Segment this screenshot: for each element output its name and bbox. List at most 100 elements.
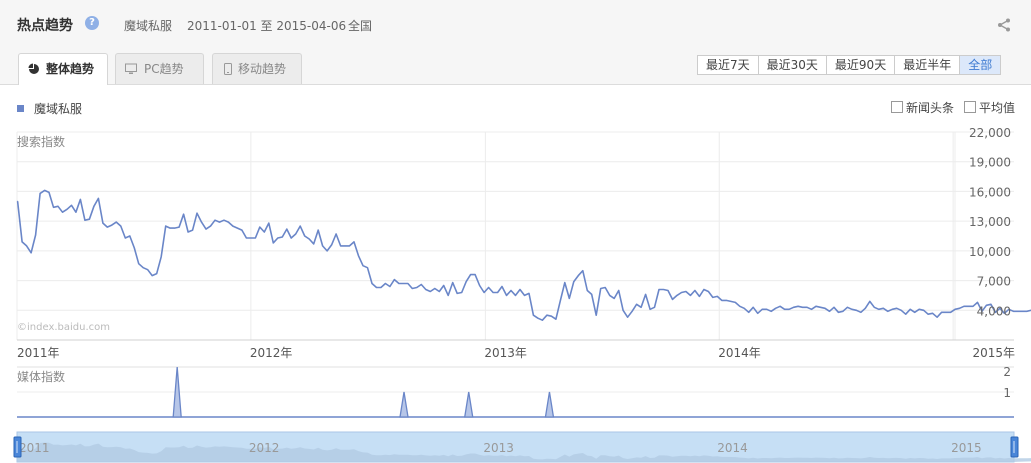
search-data-point [757,312,759,314]
search-data-point [353,241,355,243]
search-data-point [232,225,234,227]
search-data-point [429,291,431,292]
search-data-point [842,310,844,312]
search-data-point [317,229,319,231]
search-data-point [308,238,310,240]
search-data-point [438,291,440,292]
search-data-point [681,292,682,293]
search-data-point [21,241,23,243]
search-data-point [627,316,629,318]
search-data-point [793,306,795,308]
search-data-point [371,283,373,284]
search-data-point [165,225,167,227]
search-data-point [506,294,507,296]
search-data-point [761,308,763,310]
search-data-point [420,284,422,285]
search-data-point [241,229,243,231]
search-data-point [425,289,427,290]
search-data-point [245,237,247,239]
search-data-point [483,292,485,293]
search-data-point [555,318,557,320]
media-spike [399,391,409,418]
search-data-point [129,235,131,237]
search-data-point [604,287,606,288]
search-data-point [622,309,624,311]
search-data-point [712,296,714,298]
search-data-point [183,213,185,215]
search-data-point [393,279,395,281]
media-index-title: 媒体指数 [17,369,65,384]
search-data-point [488,287,490,288]
search-data-point [936,316,938,318]
y-tick-label: 16,000 [969,185,1011,199]
search-data-point [272,242,274,244]
search-data-point [528,292,530,294]
search-data-point [775,307,777,309]
search-data-point [465,281,467,283]
search-data-point [236,227,238,229]
search-data-point [299,225,301,227]
search-data-point [532,314,534,316]
search-data-point [407,283,409,284]
search-data-point [586,290,588,291]
search-data-point [703,289,705,290]
search-data-point [869,300,871,302]
x-tick-label: 2015年 [972,346,1015,360]
search-data-point [402,283,404,284]
search-data-point [160,256,162,258]
search-data-point [855,309,857,311]
search-data-point [254,237,256,239]
search-data-point [824,307,826,309]
search-data-point [142,267,144,269]
search-data-point [151,275,153,277]
search-data-point [192,229,194,231]
search-data-point [71,204,72,206]
search-data-point [115,221,117,223]
search-data-point [645,293,647,295]
search-data-point [124,237,126,239]
search-data-point [205,228,207,230]
search-data-point [53,206,54,208]
search-data-point [277,237,279,239]
search-data-point [384,283,386,284]
search-data-point [331,244,333,246]
search-data-point [582,270,584,272]
search-data-point [591,293,593,295]
search-data-point [35,234,37,236]
search-data-point [811,308,812,310]
search-data-point [102,222,104,224]
search-data-point [39,192,41,194]
search-data-point [837,311,839,313]
search-data-point [362,265,364,267]
search-data-point [770,310,772,312]
media-spike [463,391,474,418]
search-data-point [447,294,449,296]
search-data-point [573,281,575,283]
search-data-point [138,263,140,265]
search-data-point [618,290,620,291]
search-index-title: 搜索指数 [17,134,65,149]
search-data-point [111,224,113,226]
search-data-point [178,226,180,228]
search-data-point [541,319,543,321]
search-data-point [721,299,723,301]
search-data-point [376,287,377,288]
search-data-point [788,308,790,310]
search-data-point [654,306,655,308]
search-data-point [434,288,436,289]
search-data-point [214,219,216,221]
search-data-point [820,306,821,308]
search-data-point [559,299,561,301]
search-data-point [335,233,337,235]
search-data-point [672,298,673,300]
search-data-point [923,309,925,311]
search-data-point [784,308,786,310]
search-data-point [340,245,342,247]
search-data-point [954,308,956,310]
media-spike [544,391,555,418]
search-data-point [918,308,920,310]
search-data-point [492,292,494,293]
search-data-point [730,300,732,302]
search-data-point [133,247,135,249]
search-data-point [663,289,664,290]
